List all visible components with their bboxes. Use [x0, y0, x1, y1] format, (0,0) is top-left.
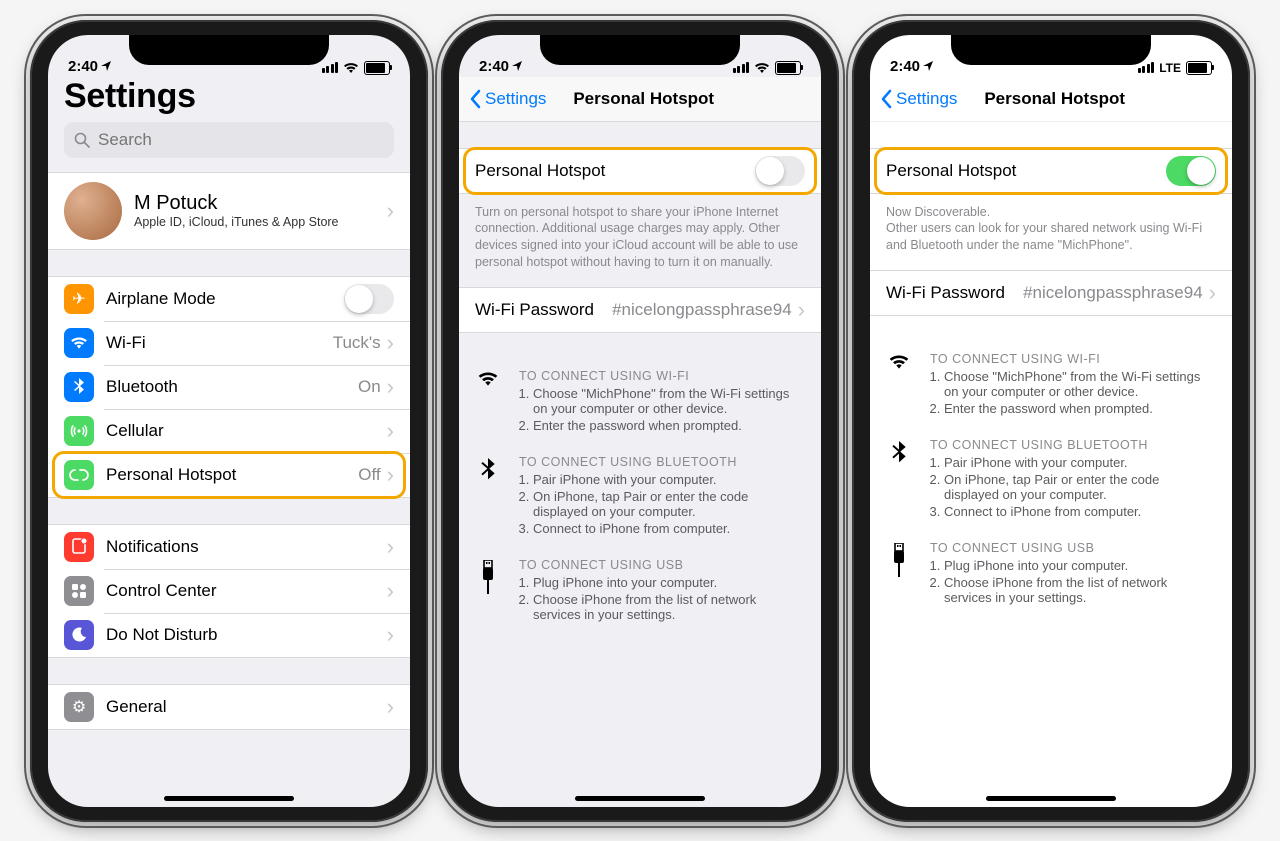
location-icon — [923, 61, 933, 71]
wifi-status-icon — [343, 62, 359, 74]
search-field[interactable] — [64, 122, 394, 158]
hotspot-icon — [64, 460, 94, 490]
cellular-icon — [64, 416, 94, 446]
row-wifi[interactable]: Wi-Fi Tuck's › — [48, 321, 410, 365]
usb-icon — [886, 541, 912, 607]
location-icon — [101, 61, 111, 71]
battery-icon — [775, 61, 801, 75]
bluetooth-icon — [64, 372, 94, 402]
battery-icon — [364, 61, 390, 75]
row-bluetooth[interactable]: Bluetooth On › — [48, 365, 410, 409]
hotspot-status: Now Discoverable. Other users can look f… — [870, 198, 1232, 271]
phone-hotspot-off: 2:40 Settings Personal Hotspot Personal … — [441, 20, 839, 822]
row-dnd[interactable]: Do Not Disturb › — [48, 613, 410, 657]
gear-icon: ⚙ — [64, 692, 94, 722]
bluetooth-icon — [886, 438, 912, 521]
wifi-password-row[interactable]: Wi-Fi Password #nicelongpassphrase94 › — [870, 271, 1232, 315]
hotspot-toggle-row[interactable]: Personal Hotspot — [459, 149, 821, 193]
search-input[interactable] — [96, 129, 321, 151]
hotspot-toggle[interactable] — [755, 156, 805, 186]
instruct-wifi: TO CONNECT USING WI-FI Choose "MichPhone… — [459, 359, 821, 445]
instruct-usb: TO CONNECT USING USB Plug iPhone into yo… — [459, 548, 821, 634]
phone-hotspot-on: 2:40 LTE Settings Personal Hotspot Perso… — [852, 20, 1250, 822]
instruct-bluetooth: TO CONNECT USING BLUETOOTH Pair iPhone w… — [459, 445, 821, 548]
avatar — [64, 182, 122, 240]
notifications-icon — [64, 532, 94, 562]
row-general[interactable]: ⚙ General › — [48, 685, 410, 729]
nav-bar: Settings Personal Hotspot — [459, 77, 821, 122]
wifi-password-row[interactable]: Wi-Fi Password #nicelongpassphrase94 › — [459, 288, 821, 332]
signal-icon — [1138, 62, 1155, 73]
row-cellular[interactable]: Cellular › — [48, 409, 410, 453]
hotspot-toggle-row[interactable]: Personal Hotspot — [870, 149, 1232, 193]
instruct-usb: TO CONNECT USING USB Plug iPhone into yo… — [870, 531, 1232, 617]
hotspot-toggle[interactable] — [1166, 156, 1216, 186]
dnd-icon — [64, 620, 94, 650]
search-icon — [74, 132, 90, 148]
profile-name: M Potuck — [134, 192, 387, 215]
status-time: 2:40 — [68, 58, 98, 75]
wifi-status-icon — [754, 62, 770, 74]
signal-icon — [733, 62, 750, 73]
wifi-password-value: #nicelongpassphrase94 — [1023, 283, 1203, 303]
wifi-password-value: #nicelongpassphrase94 — [612, 300, 792, 320]
nav-title: Personal Hotspot — [476, 89, 811, 109]
signal-icon — [322, 62, 339, 73]
wifi-icon — [886, 352, 912, 418]
nav-bar: Settings Personal Hotspot — [870, 77, 1232, 122]
airplane-toggle[interactable] — [344, 284, 394, 314]
network-lte: LTE — [1159, 61, 1181, 75]
wifi-icon — [475, 369, 501, 435]
bluetooth-icon — [475, 455, 501, 538]
row-airplane[interactable]: ✈ Airplane Mode — [48, 277, 410, 321]
profile-row[interactable]: M Potuck Apple ID, iCloud, iTunes & App … — [48, 173, 410, 249]
usb-icon — [475, 558, 501, 624]
phone-settings: 2:40 Settings M Potuck Apple ID, iCloud,… — [30, 20, 428, 822]
instruct-wifi: TO CONNECT USING WI-FI Choose "MichPhone… — [870, 342, 1232, 428]
nav-title: Personal Hotspot — [887, 89, 1222, 109]
battery-icon — [1186, 61, 1212, 75]
profile-sub: Apple ID, iCloud, iTunes & App Store — [134, 215, 387, 229]
hotspot-help-text: Turn on personal hotspot to share your i… — [459, 198, 821, 288]
airplane-icon: ✈ — [64, 284, 94, 314]
wifi-icon — [64, 328, 94, 358]
page-title: Settings — [48, 77, 410, 122]
row-notifications[interactable]: Notifications › — [48, 525, 410, 569]
location-icon — [512, 61, 522, 71]
control-center-icon — [64, 576, 94, 606]
row-personal-hotspot[interactable]: Personal Hotspot Off › — [48, 453, 410, 497]
row-control-center[interactable]: Control Center › — [48, 569, 410, 613]
instruct-bluetooth: TO CONNECT USING BLUETOOTH Pair iPhone w… — [870, 428, 1232, 531]
